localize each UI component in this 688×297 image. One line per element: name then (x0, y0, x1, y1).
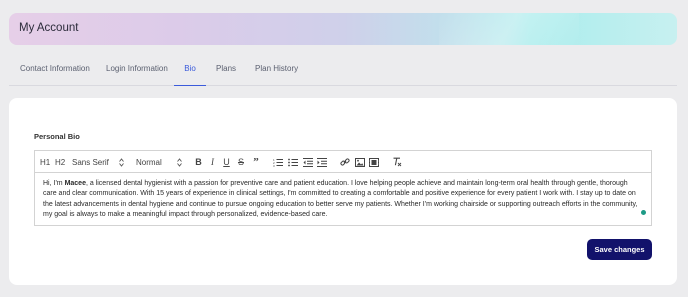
account-tabs: Contact Information Login Information Bi… (9, 58, 677, 86)
clear-format-button[interactable] (392, 156, 402, 168)
tab-bio[interactable]: Bio (174, 64, 206, 86)
heading1-icon: H1 (40, 157, 51, 167)
indent-decrease-icon (303, 157, 313, 167)
italic-button[interactable]: I (208, 156, 217, 168)
svg-text:3: 3 (273, 164, 275, 167)
bio-text-name: Macee (64, 180, 86, 187)
bullet-list-icon (288, 158, 298, 166)
video-button[interactable] (369, 156, 379, 168)
tab-plan-history[interactable]: Plan History (255, 64, 298, 86)
heading2-icon: H2 (55, 157, 66, 167)
bio-text-body: , a licensed dental hygienist with a pas… (43, 180, 638, 218)
link-button[interactable] (340, 156, 350, 168)
blockquote-icon: ” (253, 156, 259, 168)
ordered-list-button[interactable]: 123 (273, 156, 283, 168)
image-icon (355, 157, 365, 167)
bio-card: Personal Bio H1 H2 Sans Serif Normal B I… (9, 98, 677, 285)
bold-button[interactable]: B (194, 156, 203, 168)
personal-bio-label: Personal Bio (34, 132, 80, 141)
ordered-list-icon: 123 (273, 158, 283, 167)
tab-contact-information[interactable]: Contact Information (20, 64, 90, 86)
bio-text-intro: Hi, I'm (43, 180, 65, 187)
italic-icon: I (211, 157, 214, 167)
underline-icon: U (223, 157, 230, 167)
video-icon (369, 157, 379, 167)
bio-editor[interactable]: Hi, I'm Macee, a licensed dental hygieni… (34, 172, 652, 226)
indent-decrease-button[interactable] (303, 156, 313, 168)
bio-text: Hi, I'm Macee, a licensed dental hygieni… (43, 179, 643, 220)
status-dot (641, 210, 646, 215)
bullet-list-button[interactable] (288, 156, 298, 168)
tab-login-information[interactable]: Login Information (106, 64, 168, 86)
indent-increase-icon (317, 157, 327, 167)
image-button[interactable] (355, 156, 365, 168)
indent-increase-button[interactable] (317, 156, 327, 168)
heading2-button[interactable]: H2 (55, 156, 65, 168)
font-family-select[interactable]: Sans Serif (72, 156, 124, 168)
select-arrows-icon (119, 157, 124, 167)
account-header-banner: My Account (9, 13, 677, 45)
font-family-value: Sans Serif (72, 157, 109, 167)
blockquote-button[interactable]: ” (251, 156, 261, 168)
tab-plans[interactable]: Plans (216, 64, 236, 86)
font-size-value: Normal (136, 157, 162, 167)
select-arrows-icon (177, 157, 182, 167)
bold-icon: B (195, 157, 202, 167)
underline-button[interactable]: U (222, 156, 231, 168)
strikethrough-icon: S (237, 157, 244, 167)
strikethrough-button[interactable]: S (236, 156, 246, 168)
editor-toolbar: H1 H2 Sans Serif Normal B I U S ” 123 (34, 150, 652, 172)
link-icon (340, 158, 350, 166)
heading1-button[interactable]: H1 (40, 156, 50, 168)
save-changes-button[interactable]: Save changes (587, 239, 652, 260)
font-size-select[interactable]: Normal (136, 156, 182, 168)
clear-format-icon (393, 157, 402, 167)
page-title: My Account (19, 22, 79, 34)
